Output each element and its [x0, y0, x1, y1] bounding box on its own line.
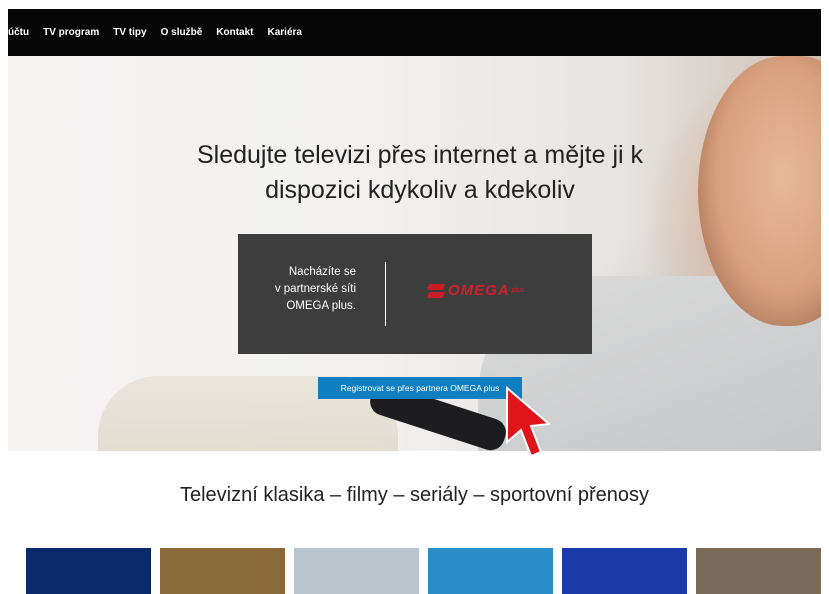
nav-item-career[interactable]: Kariéra: [268, 27, 302, 38]
register-via-partner-button[interactable]: Registrovat se přes partnera OMEGA plus: [318, 377, 522, 399]
nav-item-contact[interactable]: Kontakt: [216, 27, 253, 38]
nav-item-tv-tips[interactable]: TV tipy: [113, 27, 146, 38]
top-navigation: účtu TV program TV tipy O službě Kontakt…: [8, 9, 821, 56]
thumb-blue-space[interactable]: [562, 548, 687, 594]
omega-logo-word: OMEGA: [448, 282, 510, 299]
partner-divider: [385, 262, 386, 326]
thumb-underwater[interactable]: [428, 548, 553, 594]
omega-logo-mark-icon: [426, 283, 446, 298]
partner-network-text: Nacházíte se v partnerské síti OMEGA plu…: [274, 266, 356, 312]
thumbnail-strip: [0, 548, 829, 594]
section-title: Televizní klasika – filmy – seriály – sp…: [179, 484, 650, 506]
nav-item-about-service[interactable]: O službě: [161, 27, 203, 38]
thumb-comedy-poster[interactable]: [160, 548, 285, 594]
thumb-portrait[interactable]: [696, 548, 821, 594]
nav-item-tv-program[interactable]: TV program: [43, 27, 99, 38]
omega-plus-logo: OMEGA plus: [426, 282, 525, 299]
hero-headline: Sledujte televizi přes internet a mějte …: [196, 141, 644, 204]
partner-network-box: Nacházíte se v partnerské síti OMEGA plu…: [238, 234, 592, 354]
cursor-arrow-icon: [506, 386, 552, 458]
omega-logo-suffix: plus: [511, 287, 525, 294]
thumb-winter-scene[interactable]: [294, 548, 419, 594]
nav-item-account[interactable]: účtu: [8, 27, 29, 38]
thumb-space-movie[interactable]: [26, 548, 151, 594]
